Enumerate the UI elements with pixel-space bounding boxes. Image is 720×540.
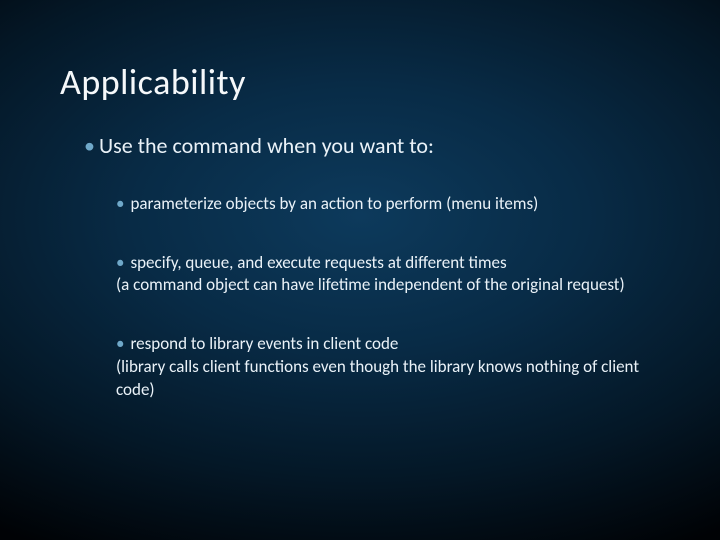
bullet-icon: •	[116, 193, 124, 214]
slide-title: Applicability	[60, 60, 670, 104]
bullet-icon: •	[116, 252, 124, 273]
level2-text: parameterize objects by an action to per…	[130, 193, 538, 214]
level2-item: •respond to library events in client cod…	[116, 333, 666, 402]
bullet-icon: •	[116, 333, 124, 354]
level2-item: • parameterize objects by an action to pe…	[116, 193, 666, 216]
level2-text: respond to library events in client code…	[116, 333, 639, 400]
level1-text: Use the command when you want to:	[99, 132, 434, 159]
level2-item: •specify, queue, and execute requests at…	[116, 252, 666, 298]
bullet-icon: •	[84, 132, 95, 159]
slide: Applicability •Use the command when you …	[0, 0, 720, 540]
level1-item: •Use the command when you want to:	[84, 132, 670, 161]
level2-text: specify, queue, and execute requests at …	[116, 252, 625, 296]
